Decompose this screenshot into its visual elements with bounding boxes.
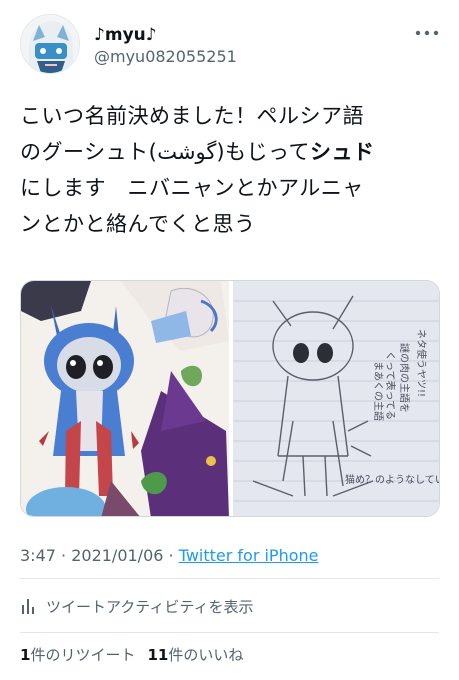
media-image-pencil-sketch[interactable]: ネタ使うヤツ!! 謎の肉の主語を くって表ってる まあくの主語 猫め？のようなし… <box>233 281 440 516</box>
sketch-note: 猫め？のようなしてい <box>345 473 440 486</box>
meta-separator: · <box>55 546 72 565</box>
retweet-label: 件のリツイート <box>30 646 136 664</box>
author-names: ♪myu♪ @myu082055251 <box>94 24 237 68</box>
user-handle[interactable]: @myu082055251 <box>94 46 237 68</box>
tweet-meta: 3:47 · 2021/01/06 · Twitter for iPhone <box>20 545 319 567</box>
divider <box>20 632 439 633</box>
tweet-line-text: のグーシュト(گوشت)もじって <box>20 140 310 164</box>
like-count: 11 <box>147 646 169 664</box>
avatar[interactable] <box>20 14 80 74</box>
sketch-note: まあくの主語 <box>372 361 385 421</box>
divider <box>20 578 439 579</box>
tweet-line: こいつ名前決めました！ペルシア語 <box>20 104 364 128</box>
tweet-line: ンとかと絡んでくと思う <box>20 212 256 236</box>
tweet-header: ♪myu♪ @myu082055251 <box>0 0 459 92</box>
display-name[interactable]: ♪myu♪ <box>94 24 237 46</box>
media-image-colored-drawing[interactable] <box>21 281 229 516</box>
meta-separator: · <box>163 546 179 565</box>
sketch-note: ネタ使うヤツ!! <box>415 329 428 397</box>
media-gallery: ネタ使うヤツ!! 謎の肉の主語を くって表ってる まあくの主語 猫め？のようなし… <box>20 280 440 517</box>
tweet-line: のグーシュト(گوشت)もじってシュド <box>20 134 445 170</box>
retweet-stat[interactable]: 1件のリツイート <box>20 646 135 664</box>
tweet-date: 2021/01/06 <box>71 546 164 565</box>
tweet-bold-name: シュド <box>310 140 375 164</box>
tweet-line: にします ニバニャンとかアルニャ <box>20 176 364 200</box>
tweet-text: こいつ名前決めました！ペルシア語 のグーシュト(گوشت)もじってシュド にしま… <box>20 98 445 242</box>
sketch-note: くって表ってる <box>384 351 397 420</box>
activity-label: ツイートアクティビティを表示 <box>46 597 254 616</box>
tweet-source-link[interactable]: Twitter for iPhone <box>179 546 319 565</box>
like-label: 件のいいね <box>168 646 244 664</box>
activity-icon <box>20 597 38 615</box>
tweet-time: 3:47 <box>20 546 56 565</box>
retweet-count: 1 <box>20 646 31 664</box>
tweet-activity-link[interactable]: ツイートアクティビティを表示 <box>20 592 253 620</box>
more-icon[interactable] <box>415 26 439 40</box>
sketch-note: 謎の肉の主語を <box>398 343 411 413</box>
tweet-stats: 1件のリツイート 11件のいいね <box>20 644 243 666</box>
like-stat[interactable]: 11件のいいね <box>147 646 243 664</box>
